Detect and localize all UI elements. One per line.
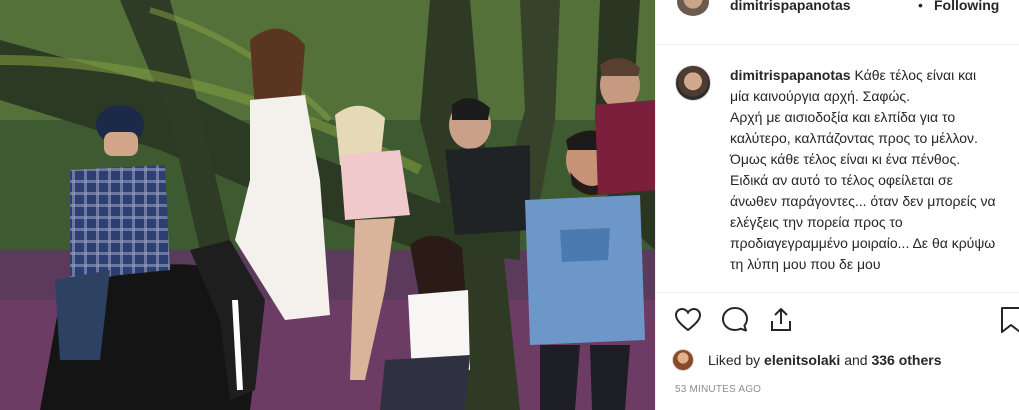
liker-username[interactable]: elenitsolaki — [764, 352, 840, 368]
others-count[interactable]: 336 others — [871, 352, 941, 368]
share-icon[interactable] — [766, 305, 796, 335]
post-photo[interactable] — [0, 0, 655, 410]
actions-divider — [656, 292, 1019, 293]
post-header: dimitrispapanotas • Following — [656, 0, 1019, 18]
caption-author-avatar[interactable] — [675, 65, 711, 101]
post-sidebar: dimitrispapanotas • Following dimitrispa… — [655, 0, 1019, 410]
comment-icon[interactable] — [720, 305, 750, 335]
bookmark-icon[interactable] — [996, 305, 1019, 335]
post-timestamp[interactable]: 53 MINUTES AGO — [675, 384, 761, 395]
caption-text: dimitrispapanotas Κάθε τέλος είναι και μ… — [730, 65, 998, 275]
caption-body: Κάθε τέλος είναι και μία καινούργια αρχή… — [730, 67, 996, 272]
likes-middle: and — [840, 352, 872, 368]
likes-prefix: Liked by — [708, 352, 765, 368]
separator-dot: • — [918, 0, 923, 13]
following-button[interactable]: Following — [934, 0, 999, 13]
caption-author[interactable]: dimitrispapanotas — [730, 67, 851, 83]
photo-illustration — [0, 0, 655, 410]
liker-avatar[interactable] — [672, 349, 694, 371]
likes-text: Liked by elenitsolaki and 336 others — [708, 352, 942, 368]
likes-row[interactable]: Liked by elenitsolaki and 336 others — [672, 348, 942, 372]
author-username[interactable]: dimitrispapanotas — [730, 0, 851, 13]
author-avatar[interactable] — [677, 0, 709, 16]
heart-icon[interactable] — [673, 305, 703, 335]
caption-area[interactable]: dimitrispapanotas Κάθε τέλος είναι και μ… — [656, 45, 1019, 292]
